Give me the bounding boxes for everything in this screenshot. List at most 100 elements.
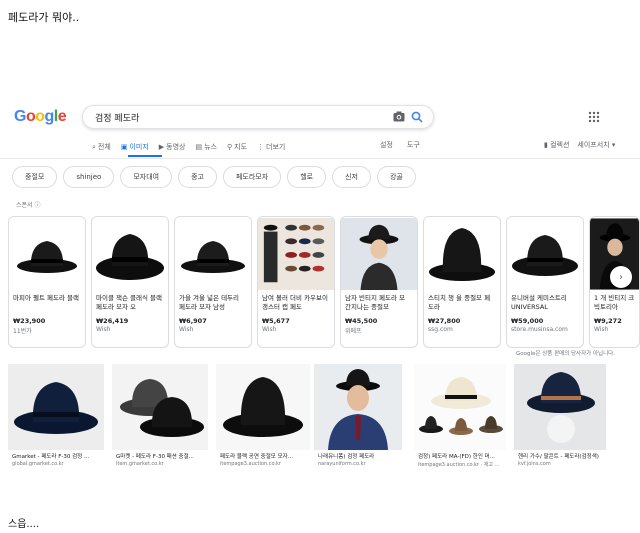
search-input[interactable]: 검정 페도라 (95, 111, 139, 124)
chip[interactable]: 모자대여 (120, 166, 173, 188)
product-title: 마이클 잭슨 클래식 블랙 페도라 모자 오 (96, 294, 162, 311)
product-image (341, 217, 417, 291)
product-price: ₩23,900 (13, 317, 46, 325)
result-image[interactable] (414, 364, 506, 450)
product-card[interactable]: 남자 빈티지 페도라 모 간지나는 중절모 ₩45,500 위메프 (340, 216, 418, 348)
result-caption[interactable]: 나래유니폼) 검정 페도라 (318, 452, 402, 460)
search-icon[interactable] (411, 111, 423, 123)
tab-label: 전체 (97, 143, 111, 151)
product-card[interactable]: 유니버설 케미스트리UNIVERSAL ₩59,000 store.musins… (506, 216, 584, 348)
product-title: 가을 겨울 넓은 테두리 페도라 모자 남성 (179, 294, 240, 311)
product-image (258, 217, 334, 291)
video-icon: ▶ (158, 143, 165, 151)
google-screenshot: Google 검정 페도라 ⌕ 전체 ▣ 이미지 ▶ 동영상 ▤ 뉴스 ⚲ 지도 ⋮ 더보기… (0, 98, 640, 488)
search-box[interactable]: 검정 페도라 (82, 105, 434, 129)
product-card[interactable]: 가을 겨울 넓은 테두리 페도라 모자 남성 ₩6,907 Wish (174, 216, 252, 348)
tab-news[interactable]: ▤ 뉴스 (195, 140, 217, 154)
chip[interactable]: 헬로 (287, 166, 327, 188)
logo-letter: o (25, 108, 36, 125)
tab-all[interactable]: ⌕ 전체 (92, 140, 111, 154)
google-logo[interactable]: Google (14, 108, 67, 126)
safesearch-link[interactable]: 세이프서치 ▾ (577, 140, 615, 150)
result-caption[interactable]: Gmarket - 페도라 F-30 검정 ... (12, 452, 102, 460)
active-tab-indicator (128, 155, 162, 157)
product-image (507, 217, 583, 291)
product-title: 마피아 펠트 페도라 블랙 (13, 294, 79, 302)
product-store: Wish (96, 326, 111, 333)
news-icon: ▤ (195, 143, 203, 151)
logo-letter: g (44, 108, 55, 125)
chip[interactable]: 중고 (178, 166, 217, 188)
result-source: global.gmarket.co.kr (12, 461, 64, 467)
result-source: item.gmarket.co.kr (116, 461, 164, 467)
result-caption[interactable]: 검정) 페도라 MA-(FD) 한인 머... (418, 452, 506, 460)
product-price: ₩26,419 (96, 317, 129, 325)
product-title: 스티치 챙 울 중절모 페도라 (428, 294, 491, 311)
result-caption[interactable]: 페도라 블랙 공연 중절모 모자... (220, 452, 308, 460)
map-pin-icon: ⚲ (227, 143, 233, 151)
shopping-carousel: 마피아 펠트 페도라 블랙 ₩23,900 11번가 마이클 잭슨 클래식 블랙… (8, 216, 640, 348)
collections-link[interactable]: ▮ 컬렉션 (544, 140, 569, 150)
product-card[interactable]: 마이클 잭슨 클래식 블랙 페도라 모자 오 ₩26,419 Wish (91, 216, 169, 348)
result-image[interactable] (314, 364, 402, 450)
tab-label: 뉴스 (204, 143, 217, 151)
result-image[interactable] (8, 364, 104, 450)
search-tabs: ⌕ 전체 ▣ 이미지 ▶ 동영상 ▤ 뉴스 ⚲ 지도 ⋮ 더보기 (92, 140, 285, 154)
post-caption-bottom: 스읍.... (8, 519, 40, 530)
product-title: 1 개 빈티지 크 빅토리아 (594, 294, 635, 311)
product-price: ₩5,677 (262, 317, 290, 325)
tab-label: 지도 (234, 143, 248, 151)
search-tools: 설정 도구 (380, 140, 420, 150)
result-caption[interactable]: 헨리 가수/ 팔콘트 - 페도라(검정색) (518, 452, 610, 460)
product-card[interactable]: 스티치 챙 울 중절모 페도라 ₩27,800 ssg.com (423, 216, 501, 348)
tab-label: 더보기 (266, 143, 286, 151)
camera-icon[interactable] (393, 111, 405, 122)
chip[interactable]: shinjeo (63, 166, 115, 188)
logo-letter: e (57, 108, 67, 125)
product-image (9, 217, 85, 291)
image-icon: ▣ (120, 143, 128, 151)
info-icon: ⓘ (34, 202, 41, 209)
product-card[interactable]: 마피아 펠트 페도라 블랙 ₩23,900 11번가 (8, 216, 86, 348)
product-store: 위메프 (345, 328, 362, 335)
chevron-down-icon: ▾ (611, 141, 616, 149)
tab-maps[interactable]: ⚲ 지도 (227, 140, 247, 154)
post-caption-top: 페도라가 뭐야.. (8, 11, 80, 24)
result-caption[interactable]: G마켓 - 페도라 F-30 패션 중절... (116, 452, 206, 460)
related-chips: 중절모 shinjeo 모자대여 중고 페도라모자 헬로 신저 캉골 (12, 166, 416, 188)
chevron-right-icon: › (619, 271, 623, 283)
tools-link[interactable]: 도구 (407, 140, 420, 150)
logo-letter: G (14, 108, 26, 125)
product-title: 남자 빈티지 페도라 모 간지나는 중절모 (345, 294, 406, 311)
result-image[interactable] (216, 364, 310, 450)
product-store: store.musinsa.com (511, 326, 568, 333)
product-image (92, 217, 168, 291)
search-icon: ⌕ (92, 142, 96, 151)
result-source: itempage3.auction.co.kr (220, 461, 281, 467)
collections-label: 컬렉션 (550, 141, 570, 149)
settings-link[interactable]: 설정 (380, 140, 393, 150)
chip[interactable]: 캉골 (376, 166, 416, 188)
product-store: ssg.com (428, 326, 453, 333)
product-store: Wish (594, 326, 609, 333)
tab-videos[interactable]: ▶ 동영상 (159, 140, 186, 154)
chip[interactable]: 신저 (332, 166, 371, 188)
safesearch-label: 세이프서치 (577, 141, 610, 149)
tab-label: 동영상 (166, 143, 186, 151)
result-image[interactable] (112, 364, 208, 450)
tab-images[interactable]: ▣ 이미지 (121, 140, 149, 154)
product-price: ₩9,272 (594, 317, 622, 325)
product-image (175, 217, 251, 291)
carousel-next-button[interactable]: › (610, 266, 632, 288)
result-source: itempage3.auction.co.kr · 재고 ... (418, 462, 500, 468)
apps-grid-icon[interactable] (588, 111, 600, 123)
result-image[interactable] (514, 364, 606, 450)
chip[interactable]: 중절모 (12, 166, 58, 188)
tab-more[interactable]: ⋮ 더보기 (257, 140, 285, 154)
product-card[interactable]: 남여 볼러 더비 카우보이 갱스터 캡 페도 ₩5,677 Wish (257, 216, 335, 348)
sponsored-text: 스폰서 (16, 202, 33, 209)
product-price: ₩59,000 (511, 317, 544, 325)
product-image (424, 217, 500, 291)
chip[interactable]: 페도라모자 (222, 166, 282, 188)
product-price: ₩27,800 (428, 317, 461, 325)
